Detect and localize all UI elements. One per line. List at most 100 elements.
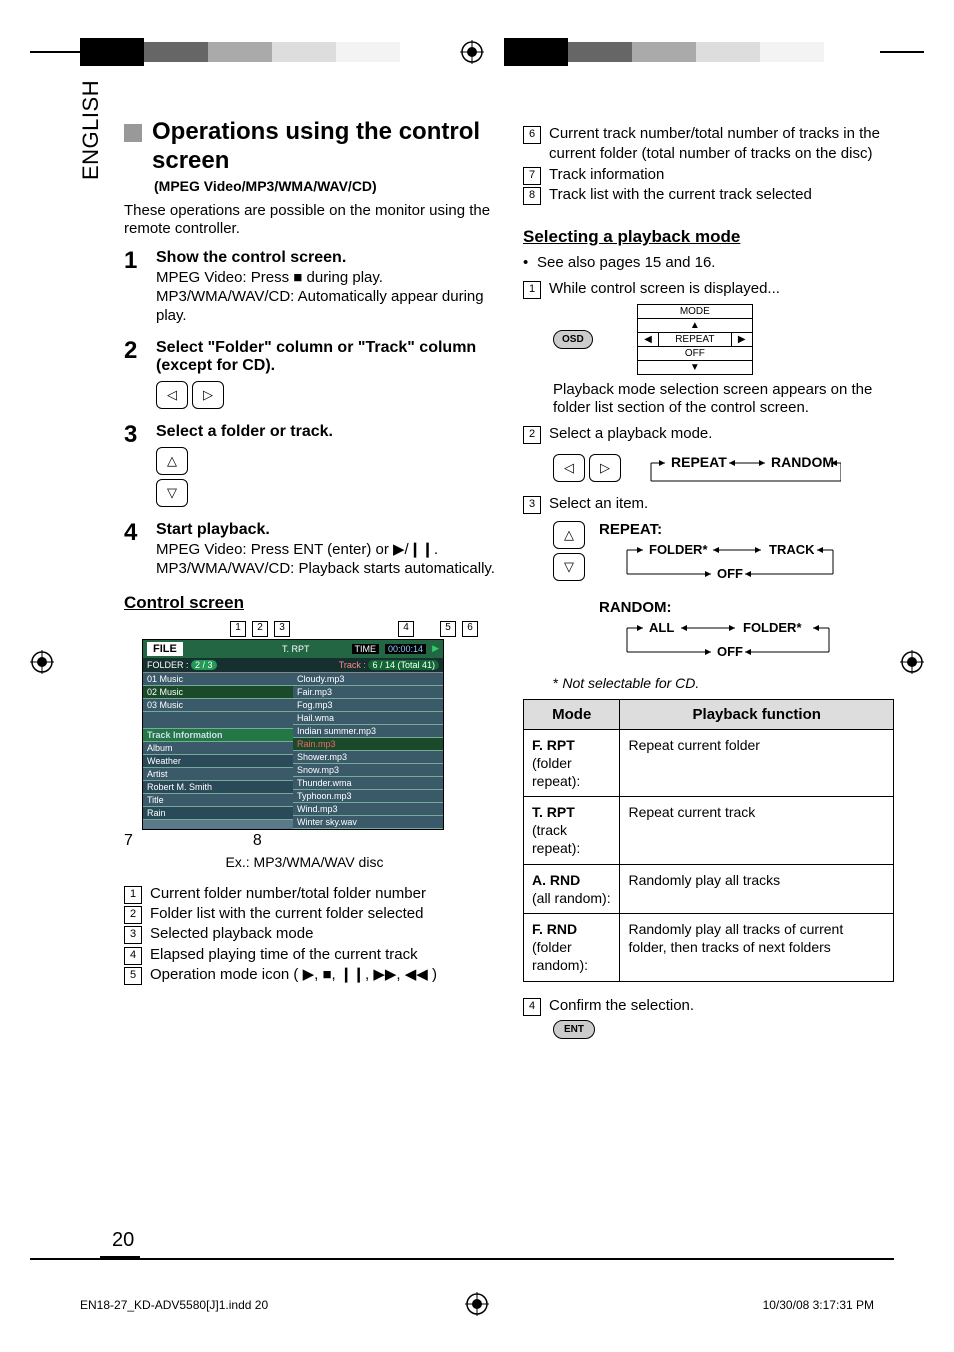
table-header: Playback function: [620, 699, 894, 729]
right-arrow-button[interactable]: ▷: [192, 381, 224, 409]
random-label: RANDOM:: [599, 599, 843, 616]
left-column: Operations using the control screen (MPE…: [124, 118, 495, 1039]
track-item: Cloudy.mp3: [293, 673, 443, 686]
track-item: Snow.mp3: [293, 764, 443, 777]
callout-number: 6: [523, 126, 541, 144]
track-item: Fair.mp3: [293, 686, 443, 699]
step-body: MPEG Video: Press ■ during play. MP3/WMA…: [156, 269, 495, 325]
folder-item: 03 Music: [143, 699, 293, 712]
after-osd-text: Playback mode selection screen appears o…: [553, 381, 894, 419]
legend-text: Track information: [549, 165, 664, 185]
top-decor-bar: [0, 38, 954, 66]
callout-number: 5: [440, 621, 456, 637]
callout-number: 5: [124, 967, 142, 985]
callout-number: 3: [124, 926, 142, 944]
legend-text: Track list with the current track select…: [549, 185, 812, 205]
registration-mark-icon: [30, 650, 54, 674]
print-meta-right: 10/30/08 3:17:31 PM: [763, 1298, 874, 1312]
track-label: Track :: [339, 660, 366, 670]
track-info-row: Title: [143, 794, 293, 807]
step-body: MPEG Video: Press ENT (enter) or ▶/❙❙. M…: [156, 541, 495, 579]
svg-text:FOLDER*: FOLDER*: [649, 542, 708, 557]
track-info-row: Album: [143, 742, 293, 755]
registration-mark-icon: [460, 40, 484, 64]
track-item: Indian summer.mp3: [293, 725, 443, 738]
print-meta-left: EN18-27_KD-ADV5580[J]1.indd 20: [80, 1298, 268, 1312]
substep-num: 2: [523, 426, 541, 444]
table-header: Mode: [524, 699, 620, 729]
footer-rule: [30, 1256, 894, 1260]
ent-button[interactable]: ENT: [553, 1020, 595, 1039]
down-arrow-button[interactable]: ▽: [156, 479, 188, 507]
up-arrow-button[interactable]: △: [156, 447, 188, 475]
section-bullet-icon: [124, 124, 142, 142]
function-cell: Randomly play all tracks: [620, 864, 894, 913]
track-item: Shower.mp3: [293, 751, 443, 764]
callout-number: 7: [523, 167, 541, 185]
left-arrow-button[interactable]: ◁: [156, 381, 188, 409]
svg-text:RANDOM: RANDOM: [771, 454, 834, 470]
trpt-label: T. RPT: [282, 644, 310, 654]
right-arrow-button[interactable]: ▷: [589, 454, 621, 482]
random-cycle: ALL FOLDER* OFF: [613, 618, 843, 662]
control-screen-heading: Control screen: [124, 593, 495, 613]
registration-mark-icon: [900, 650, 924, 674]
steps-list: Show the control screen. MPEG Video: Pre…: [124, 249, 495, 579]
see-also-text: See also pages 15 and 16.: [523, 253, 894, 273]
control-screen-figure: 1 2 3 4 5 6 FILE T. RPT TIME: [114, 621, 495, 870]
track-info-row: Weather: [143, 755, 293, 768]
section-subtitle: (MPEG Video/MP3/WMA/WAV/CD): [154, 178, 495, 194]
mode-cell: F. RND(folder random):: [524, 914, 620, 982]
step-heading: Select "Folder" column or "Track" column…: [156, 339, 495, 375]
svg-text:FOLDER*: FOLDER*: [743, 620, 802, 635]
figure-caption: Ex.: MP3/WMA/WAV disc: [114, 854, 495, 870]
repeat-label: REPEAT:: [599, 521, 843, 538]
file-label: FILE: [147, 642, 183, 656]
track-info-row: Robert M. Smith: [143, 781, 293, 794]
legend-text: Current track number/total number of tra…: [549, 124, 894, 165]
substep-num: 1: [523, 281, 541, 299]
track-item: Winter sky.wav: [293, 816, 443, 829]
manual-page: ENGLISH Operations using the control scr…: [0, 0, 954, 1352]
svg-text:OFF: OFF: [717, 644, 743, 659]
legend-text: Folder list with the current folder sele…: [150, 904, 423, 924]
left-arrow-button[interactable]: ◁: [553, 454, 585, 482]
osd-button[interactable]: OSD: [553, 330, 593, 349]
track-item: Wind.mp3: [293, 803, 443, 816]
callout-number: 2: [124, 906, 142, 924]
mode-cell: F. RPT(folder repeat):: [524, 729, 620, 797]
callout-number: 4: [124, 947, 142, 965]
function-cell: Randomly play all tracks of current fold…: [620, 914, 894, 982]
svg-text:OFF: OFF: [717, 566, 743, 581]
substep-text: Confirm the selection.: [549, 996, 694, 1016]
legend-list: 6 Current track number/total number of tr…: [523, 124, 894, 205]
legend-text: Selected playback mode: [150, 924, 313, 944]
legend-text: Current folder number/total folder numbe…: [150, 884, 426, 904]
folder-label: FOLDER :: [147, 660, 189, 670]
selecting-playback-heading: Selecting a playback mode: [523, 227, 894, 247]
folder-item: 01 Music: [143, 673, 293, 686]
time-label: TIME: [352, 644, 380, 654]
mode-cell: A. RND(all random):: [524, 864, 620, 913]
folder-value: 2 / 3: [191, 660, 217, 670]
down-arrow-button[interactable]: ▽: [553, 553, 585, 581]
callout-number: 6: [462, 621, 478, 637]
callout-number: 3: [274, 621, 290, 637]
track-item: Rain.mp3: [293, 738, 443, 751]
callout-number: 8: [253, 832, 262, 850]
track-info-row: Artist: [143, 768, 293, 781]
svg-text:TRACK: TRACK: [769, 542, 815, 557]
svg-text:ALL: ALL: [649, 620, 674, 635]
substep-text: Select an item.: [549, 494, 648, 514]
up-arrow-button[interactable]: △: [553, 521, 585, 549]
callout-number: 4: [398, 621, 414, 637]
svg-text:REPEAT: REPEAT: [671, 454, 727, 470]
section-title: Operations using the control screen: [152, 118, 495, 176]
track-item: Hail.wma: [293, 712, 443, 725]
substep-text: While control screen is displayed...: [549, 279, 780, 299]
callout-number: 2: [252, 621, 268, 637]
substep-num: 3: [523, 496, 541, 514]
language-tab: ENGLISH: [78, 80, 104, 180]
footnote: * Not selectable for CD.: [553, 675, 894, 691]
repeat-cycle: FOLDER* TRACK OFF: [613, 540, 843, 584]
